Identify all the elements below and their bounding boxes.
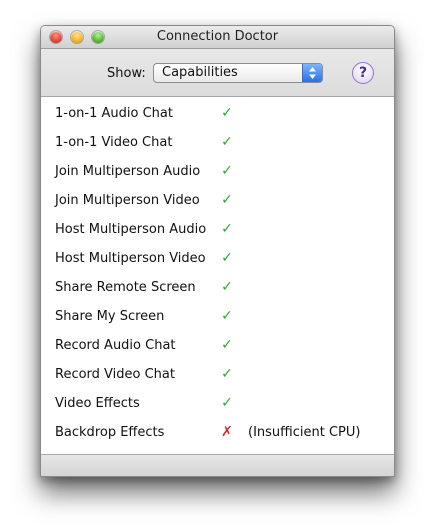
capability-name: Host Multiperson Video bbox=[55, 251, 206, 266]
checkmark-icon: ✓ bbox=[221, 337, 233, 353]
capability-row: Record Audio Chat ✓ bbox=[41, 332, 394, 361]
capability-row: Record Video Chat ✓ bbox=[41, 361, 394, 390]
capability-name: Host Multiperson Audio bbox=[55, 222, 207, 237]
checkmark-icon: ✓ bbox=[221, 250, 233, 266]
checkmark-icon: ✓ bbox=[221, 395, 233, 411]
capability-name: Join Multiperson Video bbox=[55, 193, 200, 208]
checkmark-icon: ✓ bbox=[221, 308, 233, 324]
capability-note: (Insufficient CPU) bbox=[248, 425, 361, 440]
capabilities-list: 1-on-1 Audio Chat ✓ 1-on-1 Video Chat ✓ Join… bbox=[41, 97, 394, 453]
capability-row: Join Multiperson Audio ✓ bbox=[41, 158, 394, 187]
capability-row: Host Multiperson Audio ✓ bbox=[41, 216, 394, 245]
capability-name: Record Audio Chat bbox=[55, 338, 176, 353]
capability-name: Join Multiperson Audio bbox=[55, 164, 201, 179]
bottom-bar bbox=[41, 454, 394, 476]
checkmark-icon: ✓ bbox=[221, 134, 233, 150]
connection-doctor-window: Connection Doctor Show: Capabilities ? 1… bbox=[40, 25, 395, 477]
window-title: Connection Doctor bbox=[156, 29, 279, 44]
capability-name: Backdrop Effects bbox=[55, 425, 165, 440]
cross-icon: ✗ bbox=[221, 424, 233, 440]
capability-row: Join Multiperson Video ✓ bbox=[41, 187, 394, 216]
capability-row: 1-on-1 Video Chat ✓ bbox=[41, 129, 394, 158]
up-down-arrows-icon bbox=[302, 64, 322, 82]
capability-name: Share My Screen bbox=[55, 309, 165, 324]
show-label: Show: bbox=[107, 66, 146, 81]
checkmark-icon: ✓ bbox=[221, 163, 233, 179]
capability-row: Host Multiperson Video ✓ bbox=[41, 245, 394, 274]
checkmark-icon: ✓ bbox=[221, 192, 233, 208]
checkmark-icon: ✓ bbox=[221, 279, 233, 295]
capability-row: Backdrop Effects ✗ (Insufficient CPU) bbox=[41, 419, 394, 448]
checkmark-icon: ✓ bbox=[221, 366, 233, 382]
capability-row: 1-on-1 Audio Chat ✓ bbox=[41, 100, 394, 129]
title-bar[interactable]: Connection Doctor bbox=[41, 26, 394, 49]
capability-row: Video Effects ✓ bbox=[41, 390, 394, 419]
checkmark-icon: ✓ bbox=[221, 221, 233, 237]
capability-name: 1-on-1 Video Chat bbox=[55, 135, 173, 150]
capability-name: Video Effects bbox=[55, 396, 140, 411]
toolbar: Show: Capabilities ? bbox=[41, 49, 394, 97]
capability-name: Record Video Chat bbox=[55, 367, 175, 382]
help-button[interactable]: ? bbox=[352, 62, 374, 84]
capability-row: Share My Screen ✓ bbox=[41, 303, 394, 332]
capability-row: Share Remote Screen ✓ bbox=[41, 274, 394, 303]
capability-name: 1-on-1 Audio Chat bbox=[55, 106, 173, 121]
checkmark-icon: ✓ bbox=[221, 105, 233, 121]
show-popup-button[interactable]: Capabilities bbox=[153, 63, 323, 83]
show-popup-value: Capabilities bbox=[162, 65, 238, 80]
capability-name: Share Remote Screen bbox=[55, 280, 196, 295]
